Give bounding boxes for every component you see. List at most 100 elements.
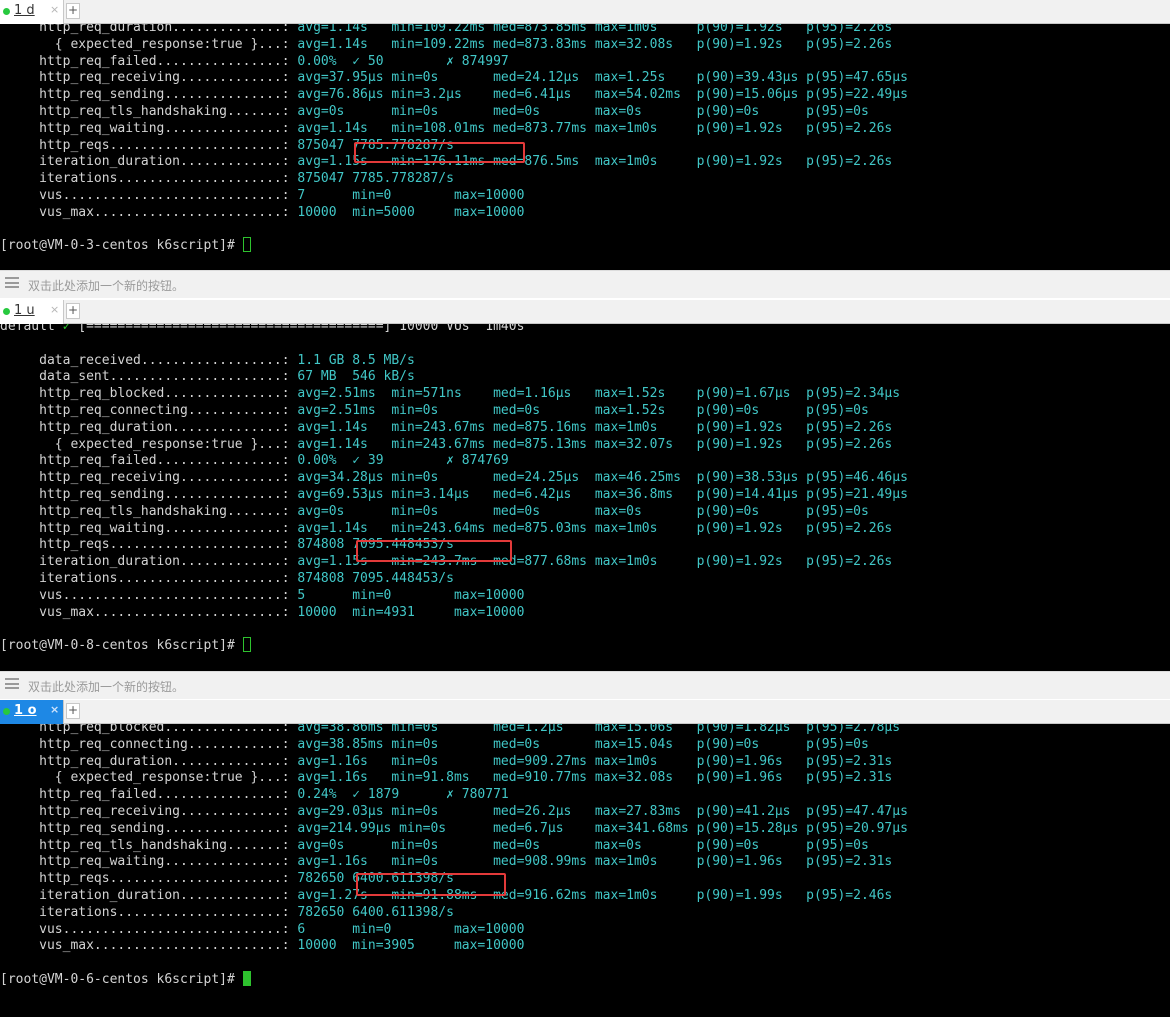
terminal-text: avg=34.28µs min=0s med=24.25µs max=46.25… [297, 470, 908, 486]
terminal-text: vus............................: [0, 587, 298, 603]
terminal-line: http_req_sending...............: avg=69.… [0, 486, 908, 503]
terminal-text: http_req_sending...............: [0, 487, 298, 502]
terminal-pane-2[interactable]: default ✓ [=============================… [0, 324, 1170, 671]
terminal-line: http_req_blocked...............: avg=2.5… [0, 385, 900, 402]
status-dot-icon [3, 708, 10, 715]
status-dot-icon [3, 308, 10, 315]
button-bar-1[interactable]: 双击此处添加一个新的按钮。 [0, 270, 1170, 298]
terminal-text: http_req_tls_handshaking.......: [0, 104, 298, 119]
terminal-line: http_req_tls_handshaking.......: avg=0s … [0, 837, 869, 854]
terminal-text: { expected_response:true }...: [0, 36, 298, 52]
terminal-text: 10000 min=4931 max=10000 [297, 604, 525, 620]
terminal-line: http_req_duration..............: avg=1.1… [0, 753, 892, 770]
close-icon[interactable]: × [50, 3, 59, 16]
terminal-text: http_req_failed................: [0, 787, 298, 803]
terminal-text: iterations.....................: [0, 904, 298, 920]
terminal-text: vus............................: [0, 188, 298, 203]
terminal-text: default [0, 324, 63, 334]
terminal-text: 1.1 GB 8.5 MB/s [297, 352, 415, 368]
terminal-text: [root@VM-0-3-centos k6script]# [0, 238, 243, 254]
terminal-text: http_req_failed................: [0, 453, 298, 469]
terminal-text: avg=214.99µs min=0s med=6.7µs max=341.68… [297, 820, 908, 836]
terminal-line: http_req_tls_handshaking.......: avg=0s … [0, 103, 869, 120]
tab-bar-1: 1 d × + [0, 0, 1170, 24]
terminal-text: avg=1.14s min=109.22ms med=873.83ms max=… [297, 36, 893, 52]
terminal-line: { expected_response:true }...: avg=1.14s… [0, 436, 892, 453]
terminal-text: http_req_blocked...............: [0, 724, 298, 735]
terminal-text: data_received..................: [0, 352, 298, 368]
terminal-text: http_req_duration..............: [0, 24, 298, 35]
terminal-line: iterations.....................: 782650 … [0, 904, 454, 921]
terminal-text: http_reqs......................: [0, 537, 298, 553]
button-bar-2[interactable]: 双击此处添加一个新的按钮。 [0, 671, 1170, 699]
terminal-text: http_req_connecting............: [0, 736, 298, 752]
button-bar-hint: 双击此处添加一个新的按钮。 [28, 279, 185, 293]
terminal-text: avg=2.51ms min=571ns med=1.16µs max=1.52… [297, 386, 901, 402]
terminal-text: 875047 7785.778287/s [297, 171, 454, 187]
terminal-text: avg=29.03µs min=0s med=26.2µs max=27.83m… [297, 804, 908, 819]
tab-session-2[interactable]: 1 u × [0, 300, 64, 324]
terminal-text: [======================================]… [70, 324, 525, 334]
terminal-line: http_req_waiting...............: avg=1.1… [0, 120, 892, 137]
terminal-line: http_req_waiting...............: avg=1.1… [0, 520, 892, 537]
button-bar-hint: 双击此处添加一个新的按钮。 [28, 680, 185, 694]
add-tab-button[interactable]: + [66, 303, 80, 319]
terminal-line: http_req_waiting...............: avg=1.1… [0, 853, 892, 870]
terminal-line: http_req_failed................: 0.00% ✓… [0, 452, 509, 469]
status-dot-icon [3, 8, 10, 15]
terminal-text: avg=76.86µs min=3.2µs med=6.41µs max=54.… [297, 87, 908, 103]
terminal-pane-3[interactable]: http_req_blocked...............: avg=38.… [0, 724, 1170, 1017]
terminal-text: 6 min=0 max=10000 [297, 921, 525, 937]
terminal-text: http_req_sending...............: [0, 820, 298, 836]
tab-label: 1 o [14, 703, 37, 718]
terminal-line: { expected_response:true }...: avg=1.16s… [0, 769, 892, 786]
terminal-text: http_req_waiting...............: [0, 120, 298, 136]
tab-session-1[interactable]: 1 d × [0, 0, 64, 24]
terminal-text: http_req_duration..............: [0, 753, 298, 769]
terminal-line: vus_max........................: 10000 m… [0, 204, 524, 221]
tab-bar-3: 1 o × + [0, 700, 1170, 724]
terminal-text: iterations.....................: [0, 571, 298, 586]
highlight-box [356, 540, 512, 562]
terminal-line: http_req_failed................: 0.24% ✓… [0, 786, 509, 803]
terminal-text: [root@VM-0-6-centos k6script]# [0, 972, 243, 987]
terminal-pane-1[interactable]: http_req_duration..............: avg=1.1… [0, 24, 1170, 270]
terminal-text: avg=1.14s min=108.01ms med=873.77ms max=… [297, 120, 893, 136]
terminal-text: { expected_response:true }...: [0, 436, 298, 452]
menu-icon[interactable] [5, 678, 19, 689]
terminal-line: iterations.....................: 874808 … [0, 570, 454, 587]
terminal-text: data_sent......................: [0, 369, 298, 385]
terminal-line: http_req_receiving.............: avg=29.… [0, 803, 908, 820]
terminal-text: avg=0s min=0s med=0s max=0s p(90)=0s p(9… [297, 503, 869, 519]
tab-session-3[interactable]: 1 o × [0, 700, 64, 724]
terminal-text: 782650 6400.611398/s [297, 904, 454, 920]
terminal-line: data_sent......................: 67 MB 5… [0, 368, 415, 385]
terminal-line: http_req_duration..............: avg=1.1… [0, 24, 892, 36]
terminal-line: vus_max........................: 10000 m… [0, 604, 524, 621]
terminal-line: http_req_duration..............: avg=1.1… [0, 419, 892, 436]
terminal-text: http_req_connecting............: [0, 403, 298, 418]
terminal-text: http_req_receiving.............: [0, 804, 298, 819]
terminal-text: iteration_duration.............: [0, 154, 298, 170]
close-icon[interactable]: × [50, 303, 59, 316]
close-icon[interactable]: × [50, 703, 59, 716]
terminal-text: 0.00% ✓ 50 ✗ 874997 [297, 53, 509, 69]
terminal-text: vus............................: [0, 921, 298, 937]
terminal-line: default ✓ [=============================… [0, 324, 524, 335]
terminal-text: avg=1.14s min=243.67ms med=875.16ms max=… [297, 419, 893, 435]
menu-icon[interactable] [5, 277, 19, 288]
terminal-cursor [242, 971, 251, 986]
terminal-line: iterations.....................: 875047 … [0, 170, 454, 187]
terminal-text: { expected_response:true }...: [0, 770, 298, 786]
terminal-line: http_req_tls_handshaking.......: avg=0s … [0, 503, 869, 520]
terminal-line: http_req_receiving.............: avg=34.… [0, 469, 908, 486]
terminal-text: 10000 min=3905 max=10000 [297, 938, 525, 954]
add-tab-button[interactable]: + [66, 3, 80, 19]
terminal-cursor [242, 237, 251, 253]
terminal-text: avg=1.16s min=0s med=908.99ms max=1m0s p… [297, 854, 893, 870]
terminal-line: [root@VM-0-6-centos k6script]# [0, 971, 251, 988]
terminal-text: http_req_duration..............: [0, 419, 298, 435]
add-tab-button[interactable]: + [66, 703, 80, 719]
terminal-text: avg=1.16s min=91.8ms med=910.77ms max=32… [297, 770, 893, 786]
terminal-line: vus_max........................: 10000 m… [0, 937, 524, 954]
